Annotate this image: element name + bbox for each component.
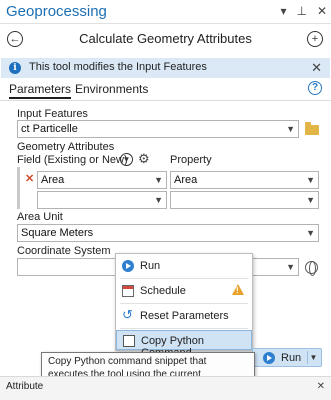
info-message: This tool modifies the Input Features — [29, 61, 207, 73]
remove-row-icon[interactable]: ✕ — [25, 172, 34, 185]
bottom-tab-label[interactable]: Attribute — [6, 381, 43, 392]
close-icon[interactable]: ✕ — [317, 4, 327, 18]
close-icon[interactable]: ✕ — [317, 381, 325, 392]
expand-chevron-icon[interactable]: ▼ — [120, 153, 133, 166]
geometry-attributes-label: Geometry Attributes — [17, 141, 115, 153]
property-select-row-2[interactable]: ▼ — [170, 191, 319, 209]
run-options-menu: Run Schedule ↺ Reset Parameters Copy Pyt… — [115, 253, 253, 359]
chevron-down-icon: ▼ — [306, 195, 315, 205]
info-banner: i This tool modifies the Input Features … — [1, 58, 330, 78]
menu-item-schedule[interactable]: Schedule — [116, 281, 252, 301]
field-select-row-1[interactable]: Area ▼ — [37, 171, 167, 189]
property-value: Area — [174, 174, 198, 186]
calendar-icon — [122, 285, 134, 297]
help-icon[interactable]: ? — [308, 81, 322, 95]
input-features-value: ct Particelle — [21, 123, 78, 135]
copy-icon — [123, 335, 135, 347]
run-icon — [122, 260, 134, 272]
area-unit-value: Square Meters — [21, 227, 94, 239]
coordinate-system-label: Coordinate System — [17, 245, 111, 257]
field-select-row-2[interactable]: ▼ — [37, 191, 167, 209]
menu-separator — [120, 328, 248, 329]
tool-title: Calculate Geometry Attributes — [79, 31, 252, 46]
globe-icon[interactable] — [305, 261, 318, 276]
input-features-select[interactable]: ct Particelle ▼ — [17, 120, 299, 138]
pane-title: Geoprocessing — [6, 3, 107, 20]
menu-item-copy-python-command[interactable]: Copy Python Command — [116, 330, 252, 359]
chevron-down-icon: ▼ — [306, 228, 315, 238]
warning-icon — [232, 284, 244, 295]
run-button-label: Run — [281, 352, 302, 364]
area-unit-label: Area Unit — [17, 211, 63, 223]
input-features-label: Input Features — [17, 108, 88, 120]
property-column-header: Property — [170, 154, 212, 166]
menu-separator — [120, 303, 248, 304]
dropdown-icon[interactable]: ▾ — [280, 4, 286, 18]
field-value: Area — [41, 174, 65, 186]
bottom-tab-strip: Attribute ✕ — [0, 376, 331, 400]
run-icon — [263, 352, 275, 364]
menu-item-label: Reset Parameters — [140, 310, 229, 322]
chevron-down-icon: ▼ — [154, 195, 163, 205]
property-select-row-1[interactable]: Area ▼ — [170, 171, 319, 189]
chevron-down-icon: ▼ — [286, 262, 295, 272]
pane-controls: ▾ ⊥ ✕ — [280, 4, 327, 18]
menu-item-label: Run — [140, 260, 161, 272]
chevron-down-icon: ▼ — [306, 175, 315, 185]
menu-item-run[interactable]: Run — [116, 256, 252, 276]
field-column-header: Field (Existing or New) — [17, 154, 128, 166]
reset-icon: ↺ — [122, 307, 133, 322]
gear-icon[interactable]: ⚙ — [138, 151, 150, 167]
pin-icon[interactable]: ⊥ — [296, 4, 306, 18]
close-info-icon[interactable]: ✕ — [311, 60, 322, 76]
run-dropdown-chevron-icon[interactable]: ▼ — [307, 351, 319, 364]
add-icon[interactable]: + — [307, 31, 323, 47]
chevron-down-icon: ▼ — [154, 175, 163, 185]
browse-folder-icon[interactable] — [305, 122, 319, 135]
tab-divider — [0, 100, 331, 101]
info-icon: i — [9, 62, 21, 74]
run-button[interactable]: Run ▼ — [252, 348, 322, 367]
chevron-down-icon: ▼ — [286, 124, 295, 134]
tool-header: ← Calculate Geometry Attributes + — [0, 26, 331, 52]
menu-item-label: Schedule — [140, 285, 186, 297]
menu-item-reset-parameters[interactable]: ↺ Reset Parameters — [116, 306, 252, 326]
tab-environments[interactable]: Environments — [75, 82, 148, 96]
tab-parameters[interactable]: Parameters — [9, 82, 72, 99]
tab-strip: Parameters Environments ? — [0, 80, 331, 100]
pane-titlebar: Geoprocessing ▾ ⊥ ✕ — [0, 0, 331, 24]
menu-separator — [120, 278, 248, 279]
area-unit-select[interactable]: Square Meters ▼ — [17, 224, 319, 242]
